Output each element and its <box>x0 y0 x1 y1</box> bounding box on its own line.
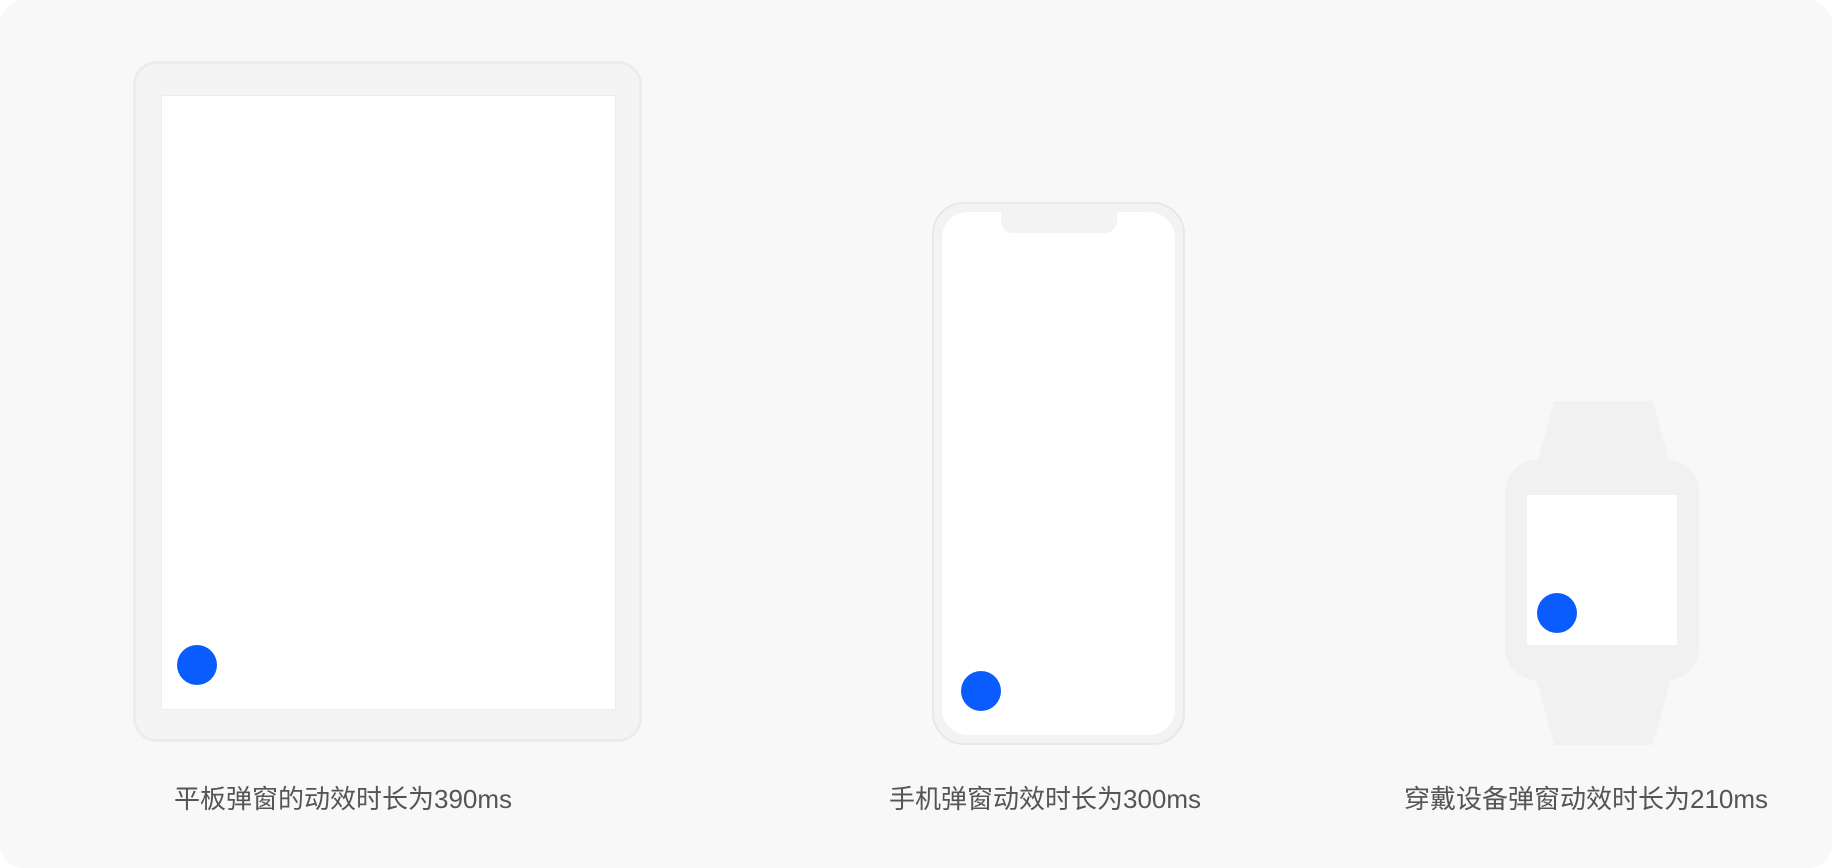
watch-strap-bottom <box>1535 675 1672 745</box>
phone-notch <box>1001 212 1117 233</box>
watch-device <box>1505 460 1699 680</box>
phone-caption: 手机弹窗动效时长为300ms <box>889 784 1202 814</box>
phone-device <box>932 202 1185 745</box>
watch-animation-dot <box>1537 593 1577 633</box>
tablet-screen <box>161 95 616 710</box>
tablet-caption: 平板弹窗的动效时长为390ms <box>174 784 513 814</box>
diagram-panel: 平板弹窗的动效时长为390ms 手机弹窗动效时长为300ms 穿戴设备弹窗动效时… <box>0 0 1832 868</box>
phone-animation-dot <box>961 671 1001 711</box>
phone-screen <box>942 212 1175 735</box>
watch-caption: 穿戴设备弹窗动效时长为210ms <box>1404 784 1769 814</box>
tablet-device <box>133 61 642 742</box>
tablet-animation-dot <box>177 645 217 685</box>
